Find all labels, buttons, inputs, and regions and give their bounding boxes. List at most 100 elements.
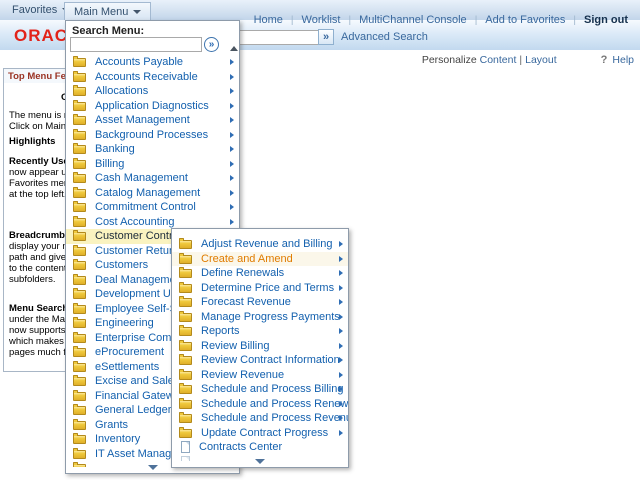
submenu-arrow-icon [230, 132, 234, 138]
menu-search-input[interactable] [70, 37, 202, 52]
folder-icon [179, 327, 192, 336]
submenu-item-reports[interactable]: Reports [172, 324, 348, 339]
submenu-item-manage-progress-payments[interactable]: Manage Progress Payments [172, 310, 348, 325]
submenu-item-schedule-and-process-renewals[interactable]: Schedule and Process Renewals [172, 397, 348, 412]
folder-icon [73, 319, 86, 328]
scroll-up-icon[interactable] [230, 46, 238, 51]
search-menu-label: Search Menu: [72, 25, 144, 37]
folder-icon [73, 160, 86, 169]
menu-item-accounts-receivable[interactable]: Accounts Receivable [66, 70, 239, 85]
submenu-item-define-renewals[interactable]: Define Renewals [172, 266, 348, 281]
submenu-item-forecast-revenue[interactable]: Forecast Revenue [172, 295, 348, 310]
nav-multichannel-console-link[interactable]: MultiChannel Console [359, 14, 467, 26]
submenu-item-review-billing[interactable]: Review Billing [172, 339, 348, 354]
submenu-arrow-icon [339, 357, 343, 363]
menu-item-banking[interactable]: Banking [66, 142, 239, 157]
folder-icon [73, 392, 86, 401]
personalize-separator: | [519, 54, 522, 66]
personalize-layout-link[interactable]: Layout [525, 54, 557, 66]
chevron-down-icon [133, 10, 141, 14]
submenu-item-update-contract-progress[interactable]: Update Contract Progress [172, 426, 348, 441]
nav-worklist-link[interactable]: Worklist [302, 14, 341, 26]
folder-icon [73, 102, 86, 111]
submenu-arrow-icon [339, 401, 343, 407]
folder-icon [73, 305, 86, 314]
submenu-arrow-icon [339, 285, 343, 291]
favorites-menu-label: Favorites [12, 4, 57, 16]
menu-item-asset-management[interactable]: Asset Management [66, 113, 239, 128]
folder-icon [179, 356, 192, 365]
folder-icon [179, 400, 192, 409]
folder-icon [73, 58, 86, 67]
main-menu-label: Main Menu [74, 6, 128, 18]
help-link[interactable]: Help [612, 54, 634, 66]
folder-icon [73, 247, 86, 256]
folder-icon [179, 385, 192, 394]
nav-add-to-favorites-link[interactable]: Add to Favorites [485, 14, 565, 26]
submenu-arrow-icon [339, 241, 343, 247]
menu-item-allocations[interactable]: Allocations [66, 84, 239, 99]
personalize-label: Personalize [422, 54, 477, 66]
banner-search-go-button[interactable]: » [318, 29, 334, 45]
submenu-item-determine-price-and-terms[interactable]: Determine Price and Terms [172, 281, 348, 296]
submenu-arrow-icon [339, 415, 343, 421]
folder-icon [73, 145, 86, 154]
menu-item-commitment-control[interactable]: Commitment Control [66, 200, 239, 215]
menu-item-catalog-management[interactable]: Catalog Management [66, 186, 239, 201]
folder-icon [73, 435, 86, 444]
menu-item-accounts-payable[interactable]: Accounts Payable [66, 55, 239, 70]
folder-icon [179, 255, 192, 264]
advanced-search-link[interactable]: Advanced Search [341, 31, 428, 43]
help-icon: ? [601, 54, 608, 66]
folder-icon [73, 203, 86, 212]
folder-icon [179, 313, 192, 322]
folder-icon [73, 377, 86, 386]
nav-sign-out-link[interactable]: Sign out [584, 14, 628, 26]
submenu-arrow-icon [339, 386, 343, 392]
submenu-item-review-revenue[interactable]: Review Revenue [172, 368, 348, 383]
folder-icon [73, 363, 86, 372]
menu-item-application-diagnostics[interactable]: Application Diagnostics [66, 99, 239, 114]
folder-icon [179, 284, 192, 293]
folder-icon [73, 73, 86, 82]
folder-icon [73, 348, 86, 357]
nav-separator: | [475, 15, 478, 26]
folder-icon [73, 276, 86, 285]
menu-item-cost-accounting[interactable]: Cost Accounting [66, 215, 239, 230]
menu-item-cash-management[interactable]: Cash Management [66, 171, 239, 186]
folder-icon [73, 334, 86, 343]
nav-separator: | [348, 15, 351, 26]
submenu-arrow-icon [230, 74, 234, 80]
submenu-arrow-icon [230, 146, 234, 152]
menu-item-background-processes[interactable]: Background Processes [66, 128, 239, 143]
submenu-arrow-icon [339, 314, 343, 320]
menu-item-billing[interactable]: Billing [66, 157, 239, 172]
submenu-arrow-icon [230, 103, 234, 109]
main-menu-tab[interactable]: Main Menu [64, 2, 151, 20]
folder-icon [73, 406, 86, 415]
document-icon [181, 456, 190, 461]
personalize-content-link[interactable]: Content [480, 54, 517, 66]
double-chevron-icon: » [323, 31, 329, 43]
document-icon [181, 441, 190, 453]
submenu-arrow-icon [230, 219, 234, 225]
scroll-down-icon[interactable] [148, 465, 158, 470]
folder-icon [73, 174, 86, 183]
nav-home-link[interactable]: Home [254, 14, 283, 26]
customer-contracts-submenu: Adjust Revenue and Billing Create and Am… [171, 228, 349, 468]
submenu-arrow-icon [339, 328, 343, 334]
menu-search-go-button[interactable]: » [204, 37, 219, 52]
submenu-item-schedule-and-process-billing[interactable]: Schedule and Process Billing [172, 382, 348, 397]
submenu-arrow-icon [339, 256, 343, 262]
submenu-arrow-icon [230, 117, 234, 123]
folder-icon [73, 189, 86, 198]
submenu-item-create-and-amend[interactable]: Create and Amend [172, 252, 348, 267]
submenu-item-contracts-center[interactable]: Contracts Center [172, 440, 348, 455]
submenu-item-review-contract-information[interactable]: Review Contract Information [172, 353, 348, 368]
nav-separator: | [291, 15, 294, 26]
folder-icon [73, 87, 86, 96]
submenu-item-adjust-revenue-and-billing[interactable]: Adjust Revenue and Billing [172, 237, 348, 252]
submenu-item-schedule-and-process-revenue[interactable]: Schedule and Process Revenue [172, 411, 348, 426]
submenu-arrow-icon [230, 204, 234, 210]
scroll-down-icon[interactable] [255, 459, 265, 464]
